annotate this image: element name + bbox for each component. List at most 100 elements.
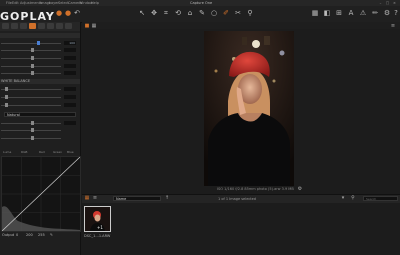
- pan-icon[interactable]: ✥: [150, 9, 158, 17]
- slider-value[interactable]: 100: [64, 41, 76, 45]
- viewer-adjust-icon[interactable]: ⚙: [297, 186, 303, 192]
- slider-knob[interactable]: [37, 41, 40, 45]
- slider-knob[interactable]: [31, 128, 34, 132]
- search-icon[interactable]: ⚲: [350, 195, 356, 201]
- filter-icon[interactable]: ▾: [340, 195, 346, 201]
- viewer-grid-icon[interactable]: ▦: [91, 23, 97, 29]
- slider-value[interactable]: [64, 121, 76, 125]
- tab-capture[interactable]: [11, 23, 18, 29]
- grid-icon[interactable]: ▦: [311, 9, 319, 17]
- slider-value[interactable]: [64, 48, 76, 52]
- slider-tint[interactable]: [1, 95, 77, 99]
- slider-knob[interactable]: [5, 87, 8, 91]
- curve-tabs: Luma RGB Red Green Blue: [1, 149, 79, 155]
- close-icon[interactable]: ×: [392, 1, 397, 5]
- brush-icon[interactable]: ✐: [222, 9, 230, 17]
- photo-caption: ISO 1/160 f/2.8 85mm photo (5).arw 3.9 M…: [217, 187, 294, 191]
- slider-brightness[interactable]: [1, 56, 77, 60]
- curve-max-value[interactable]: 255: [38, 233, 45, 237]
- minimize-icon[interactable]: –: [378, 1, 383, 5]
- warning-icon[interactable]: ⚠: [359, 9, 367, 17]
- slider-exposure[interactable]: 100: [1, 41, 77, 45]
- slider-knob[interactable]: [31, 71, 34, 75]
- picker-icon[interactable]: ✎: [50, 233, 53, 237]
- undo-icon[interactable]: ↶: [73, 9, 81, 17]
- slider-profile-2[interactable]: [1, 128, 77, 132]
- tab-output[interactable]: [65, 23, 72, 29]
- viewer-menu-icon[interactable]: ≡: [390, 23, 396, 29]
- menu-edit[interactable]: Edit: [12, 1, 19, 5]
- slider-contrast[interactable]: [1, 48, 77, 52]
- curve-histogram[interactable]: [1, 156, 81, 232]
- maximize-icon[interactable]: □: [385, 1, 390, 5]
- spot-icon[interactable]: ✎: [198, 9, 206, 17]
- slider-value[interactable]: [64, 56, 76, 60]
- cursor-icon[interactable]: ↖: [138, 9, 146, 17]
- sort-dropdown[interactable]: Name: [113, 196, 161, 201]
- tab-color[interactable]: [29, 23, 36, 29]
- slider-clarity[interactable]: [1, 71, 77, 75]
- slider-profile-1[interactable]: [1, 121, 77, 125]
- circle-icon[interactable]: ○: [210, 9, 218, 17]
- slider-value[interactable]: [64, 87, 76, 91]
- menu-file[interactable]: File: [6, 1, 12, 5]
- viewer-header: [82, 22, 400, 29]
- help-icon[interactable]: ?: [392, 9, 400, 17]
- rotate-icon[interactable]: ⟲: [174, 9, 182, 17]
- browser-list-icon[interactable]: ≡: [92, 195, 98, 201]
- tab-details[interactable]: [47, 23, 54, 29]
- slider-kelvin[interactable]: [1, 87, 77, 91]
- curve-input-value[interactable]: 0: [16, 233, 18, 237]
- menu-help[interactable]: Help: [91, 1, 99, 5]
- browser-thumbs-icon[interactable]: ▦: [84, 195, 90, 201]
- slider-knob[interactable]: [31, 56, 34, 60]
- menu-adjustments[interactable]: Adjustments: [20, 1, 42, 5]
- selection-count: 1 of 1 Image selected: [218, 197, 257, 201]
- crop-icon[interactable]: ⌗: [162, 9, 170, 17]
- main-photo[interactable]: [204, 31, 294, 186]
- photo-image: [204, 31, 294, 186]
- viewer-mode-icon[interactable]: ■: [84, 23, 90, 29]
- curve-output-value[interactable]: 200: [26, 233, 33, 237]
- import-icon[interactable]: ●: [55, 9, 63, 17]
- slider-value[interactable]: [64, 71, 76, 75]
- slider-knob[interactable]: [31, 64, 34, 68]
- section-header-white-balance[interactable]: WHITE BALANCE: [0, 79, 80, 84]
- slider-knob[interactable]: [5, 103, 8, 107]
- slider-knob[interactable]: [31, 136, 34, 140]
- settings-icon[interactable]: ⚙: [383, 9, 391, 17]
- sort-direction-icon[interactable]: ↑: [164, 195, 170, 201]
- eraser-icon[interactable]: ✂: [234, 9, 242, 17]
- slider-knob[interactable]: [5, 95, 8, 99]
- tab-lens[interactable]: [20, 23, 27, 29]
- tab-local[interactable]: [56, 23, 63, 29]
- brush2-icon[interactable]: ✏: [371, 9, 379, 17]
- curve-tab-green[interactable]: Green: [53, 149, 62, 155]
- curve-graph: [1, 156, 81, 232]
- tab-library[interactable]: [2, 23, 9, 29]
- curve-tab-blue[interactable]: Blue: [67, 149, 74, 155]
- slider-profile-3[interactable]: [1, 136, 77, 140]
- keystone-icon[interactable]: ⌂: [186, 9, 194, 17]
- variant-badge: +1: [97, 225, 103, 230]
- profile-dropdown[interactable]: Natural: [4, 112, 76, 117]
- compare-icon[interactable]: ◧: [323, 9, 331, 17]
- slider-knob[interactable]: [31, 121, 34, 125]
- curve-tab-rgb[interactable]: RGB: [21, 149, 27, 155]
- text-icon[interactable]: A: [347, 9, 355, 17]
- overlay-icon[interactable]: ⊞: [335, 9, 343, 17]
- curve-tab-luma[interactable]: Luma: [3, 149, 11, 155]
- slider-value[interactable]: [64, 95, 76, 99]
- export-icon[interactable]: ●: [64, 9, 72, 17]
- slider-value[interactable]: [64, 103, 76, 107]
- slider-value[interactable]: [64, 64, 76, 68]
- picker-icon[interactable]: ⚲: [246, 9, 254, 17]
- slider-wb-extra[interactable]: [1, 103, 77, 107]
- search-input[interactable]: Search: [363, 196, 398, 201]
- thumbnail-label: DSC_1…1.ARW: [84, 234, 111, 238]
- slider-saturation[interactable]: [1, 64, 77, 68]
- curve-tab-red[interactable]: Red: [39, 149, 45, 155]
- section-header-exposure[interactable]: [0, 33, 80, 38]
- slider-knob[interactable]: [31, 48, 34, 52]
- tab-exposure[interactable]: [38, 23, 45, 29]
